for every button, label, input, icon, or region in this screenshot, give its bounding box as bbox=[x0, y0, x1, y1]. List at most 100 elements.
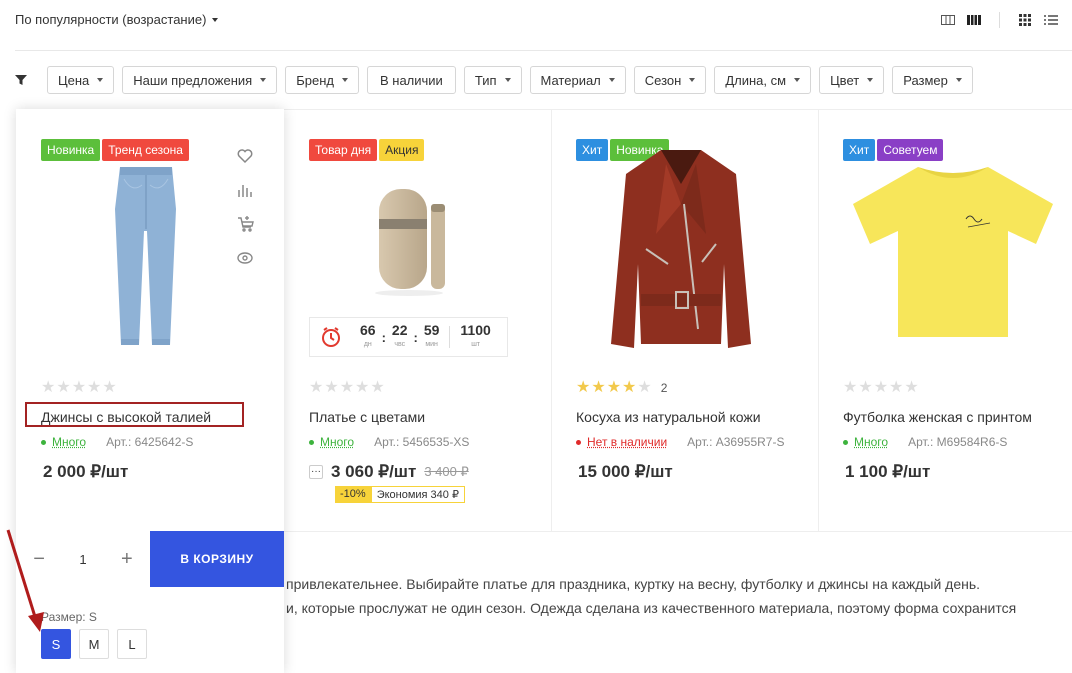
chevron-down-icon bbox=[794, 78, 801, 82]
product-image[interactable] bbox=[843, 139, 1063, 359]
filter-icon[interactable] bbox=[15, 74, 27, 86]
add-to-cart-button[interactable]: В КОРЗИНУ bbox=[150, 531, 284, 587]
timer-stock-count: 1100 шт bbox=[460, 321, 491, 348]
star-icon: ★ bbox=[56, 379, 71, 396]
star-icon: ★ bbox=[41, 379, 56, 396]
filter-label: Цена bbox=[58, 72, 90, 88]
divider bbox=[999, 12, 1000, 28]
annotation-arrow-icon bbox=[6, 529, 44, 632]
article-number: Арт.: 6425642-S bbox=[106, 435, 194, 449]
filter-label: Тип bbox=[474, 72, 497, 88]
sort-dropdown[interactable]: По популярности (возрастание) bbox=[15, 12, 219, 27]
filter-2[interactable]: Наши предложения bbox=[122, 66, 278, 94]
device-image bbox=[375, 188, 445, 296]
clock-icon bbox=[322, 327, 340, 347]
stock-label: Нет в наличии bbox=[587, 435, 668, 449]
product-card-tshirt[interactable]: Хит Советуем ★ ★ ★ ★ ★ Футболка женская с пр… bbox=[818, 109, 1072, 531]
chevron-down-icon bbox=[867, 78, 874, 82]
product-name[interactable]: Платье с цветами bbox=[309, 409, 425, 425]
card-actions bbox=[236, 147, 254, 267]
star-icon: ★ bbox=[355, 379, 370, 396]
stock-dot-icon bbox=[309, 439, 314, 445]
chevron-down-icon bbox=[955, 78, 962, 82]
compare-icon[interactable] bbox=[236, 181, 254, 199]
timer-days: 66 дн bbox=[360, 321, 376, 348]
quantity-value[interactable]: 1 bbox=[79, 552, 86, 567]
rating-stars: ★ ★ ★ ★ ★ 2 bbox=[576, 380, 667, 396]
article-number: Арт.: 5456535-XS bbox=[374, 435, 470, 449]
filter-label: Цвет bbox=[830, 72, 860, 88]
product-image[interactable] bbox=[571, 139, 791, 359]
product-name[interactable]: Косуха из натуральной кожи bbox=[576, 409, 761, 425]
tiles-view-icon[interactable] bbox=[1018, 14, 1032, 26]
grid-view-icon[interactable] bbox=[941, 14, 955, 26]
chevron-down-icon bbox=[97, 78, 104, 82]
chevron-down-icon bbox=[212, 17, 219, 22]
filter-4[interactable]: В наличии bbox=[366, 66, 456, 94]
chevron-down-icon bbox=[504, 78, 511, 82]
quick-view-icon[interactable] bbox=[236, 249, 254, 267]
filter-7[interactable]: Сезон bbox=[633, 66, 707, 94]
divider bbox=[284, 531, 1072, 532]
star-icon: ★ bbox=[71, 379, 87, 396]
review-count[interactable]: 2 bbox=[661, 381, 668, 395]
product-card-dress[interactable]: Товар дня Акция 66 дн : 22 чвс : 59 мин 110… bbox=[284, 109, 551, 531]
list-view-icon[interactable] bbox=[967, 14, 981, 26]
stock-info: Много Арт.: M69584R6-S bbox=[843, 435, 1007, 449]
filter-6[interactable]: Материал bbox=[529, 66, 626, 94]
stock-label: Много bbox=[52, 435, 87, 449]
filter-8[interactable]: Длина, см bbox=[714, 66, 812, 94]
star-icon: ★ bbox=[904, 379, 919, 396]
filter-3[interactable]: Бренд bbox=[285, 66, 359, 94]
stock-label: Много bbox=[854, 435, 889, 449]
plus-button[interactable]: + bbox=[121, 548, 133, 571]
rating-stars: ★ ★ ★ ★ ★ bbox=[41, 380, 117, 396]
sort-label: По популярности (возрастание) bbox=[15, 12, 207, 27]
size-option-m[interactable]: M bbox=[79, 629, 109, 659]
product-price: 1 100 ₽/шт bbox=[845, 462, 931, 481]
rows-view-icon[interactable] bbox=[1044, 14, 1058, 26]
timer-hours: 22 чвс bbox=[391, 321, 408, 348]
discount-percent: -10% bbox=[335, 486, 371, 503]
product-price: 15 000 ₽/шт bbox=[578, 462, 673, 481]
more-prices-icon[interactable]: ··· bbox=[309, 465, 323, 479]
jacket-image bbox=[611, 150, 751, 348]
star-icon: ★ bbox=[309, 379, 324, 396]
stock-dot-icon bbox=[843, 439, 848, 445]
rating-stars: ★ ★ ★ ★ ★ bbox=[309, 380, 385, 396]
product-image[interactable] bbox=[36, 139, 256, 359]
cart-plus-icon[interactable] bbox=[236, 215, 254, 233]
chevron-down-icon bbox=[689, 78, 696, 82]
filter-label: Наши предложения bbox=[133, 72, 253, 88]
filter-10[interactable]: Размер bbox=[892, 66, 973, 94]
heart-icon[interactable] bbox=[236, 147, 254, 165]
filter-label: Длина, см bbox=[725, 72, 787, 88]
filter-5[interactable]: Тип bbox=[463, 66, 522, 94]
stock-label: Много bbox=[320, 435, 355, 449]
product-card-jacket[interactable]: Хит Новинка ★ ★ ★ ★ ★ 2 Косуха из натурально… bbox=[551, 109, 818, 531]
star-icon: ★ bbox=[591, 379, 606, 396]
filter-9[interactable]: Цвет bbox=[819, 66, 885, 94]
article-number: Арт.: M69584R6-S bbox=[908, 435, 1008, 449]
chevron-down-icon bbox=[260, 78, 267, 82]
filter-label: Материал bbox=[540, 72, 601, 88]
size-option-l[interactable]: L bbox=[117, 629, 147, 659]
view-switcher bbox=[941, 12, 1058, 28]
product-price: 3 060 ₽/шт bbox=[331, 462, 417, 481]
stock-dot-icon bbox=[41, 439, 46, 445]
star-icon: ★ bbox=[339, 379, 355, 396]
star-icon: ★ bbox=[606, 379, 622, 396]
product-name[interactable]: Футболка женская с принтом bbox=[843, 409, 1032, 425]
tshirt-image bbox=[853, 167, 1053, 337]
product-image[interactable] bbox=[304, 151, 524, 326]
star-icon: ★ bbox=[324, 379, 339, 396]
price-block: ··· 3 060 ₽/шт 3 400 ₽ bbox=[309, 462, 469, 482]
filter-1[interactable]: Цена bbox=[47, 66, 115, 94]
stock-info: Много Арт.: 6425642-S bbox=[41, 435, 193, 449]
star-icon: ★ bbox=[873, 379, 889, 396]
filter-label: В наличии bbox=[379, 72, 443, 88]
economy-amount: Экономия 340 ₽ bbox=[370, 486, 465, 503]
star-icon: ★ bbox=[622, 379, 637, 396]
product-name[interactable]: Джинсы с высокой талией bbox=[41, 409, 211, 425]
star-icon: ★ bbox=[843, 379, 858, 396]
